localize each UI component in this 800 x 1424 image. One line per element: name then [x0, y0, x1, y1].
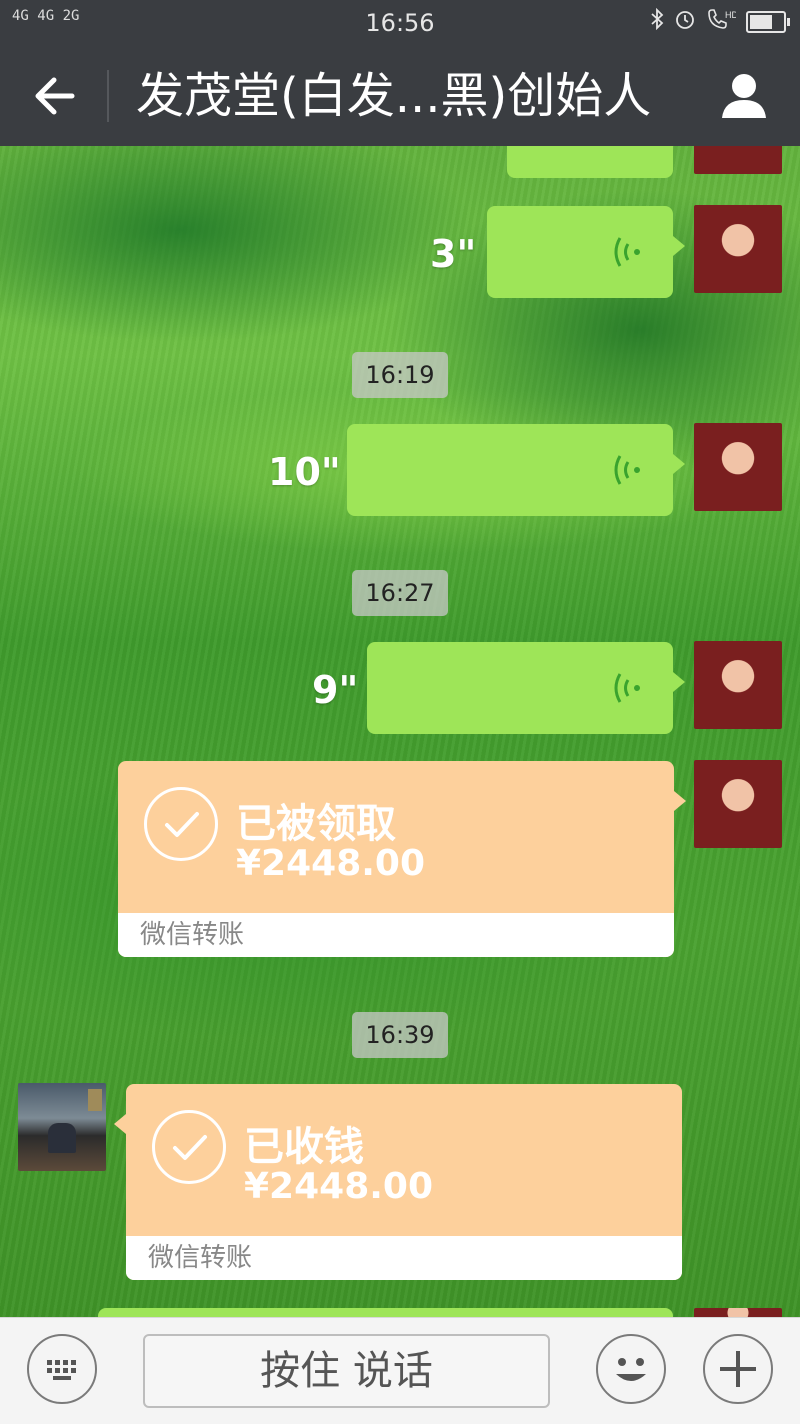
more-options-button[interactable]: [703, 1334, 773, 1404]
alarm-icon: [674, 8, 696, 35]
battery-icon: [746, 10, 790, 33]
status-bar: 4G 4G 2G 16:56 HD: [0, 0, 800, 46]
chat-profile-button[interactable]: [716, 70, 772, 122]
voice-wave-icon: [614, 455, 640, 485]
voice-wave-icon: [614, 237, 640, 267]
voice-message-partial[interactable]: [507, 146, 673, 178]
voice-duration: 9": [312, 668, 359, 712]
chat-title: 发茂堂(白发...黑)创始人: [136, 68, 652, 124]
plus-icon: [720, 1351, 756, 1387]
hd-call-icon: HD: [706, 8, 738, 35]
avatar[interactable]: [694, 641, 782, 729]
timestamp: 16:39: [352, 1012, 448, 1058]
transfer-footer: 微信转账: [118, 913, 674, 957]
timestamp: 16:19: [352, 352, 448, 398]
avatar[interactable]: [694, 423, 782, 511]
header-divider: [107, 70, 109, 122]
message-list[interactable]: 3" 16:19 10" 16:27 9" 已被领取 ¥2448.00 微信转账…: [0, 146, 800, 1317]
voice-wave-icon: [614, 673, 640, 703]
avatar[interactable]: [694, 146, 782, 174]
bluetooth-icon: [650, 7, 664, 35]
emoji-button[interactable]: [596, 1334, 666, 1404]
transfer-status: 已被领取: [236, 801, 396, 847]
transfer-footer: 微信转账: [126, 1236, 682, 1280]
avatar[interactable]: [694, 205, 782, 293]
chat-header: 发茂堂(白发...黑)创始人: [0, 46, 800, 146]
back-button[interactable]: [28, 70, 84, 122]
voice-duration: 3": [430, 232, 477, 276]
transfer-amount: ¥2448.00: [244, 1166, 434, 1207]
back-arrow-icon: [35, 77, 75, 115]
voice-message[interactable]: [487, 206, 685, 298]
transfer-message[interactable]: 已收钱 ¥2448.00 微信转账: [114, 1084, 682, 1280]
transfer-message[interactable]: 已被领取 ¥2448.00 微信转账: [118, 761, 686, 957]
person-icon: [722, 74, 766, 118]
check-circle-icon: [152, 1110, 226, 1184]
avatar[interactable]: [694, 760, 782, 848]
check-circle-icon: [144, 787, 218, 861]
status-icons: HD: [650, 7, 790, 35]
voice-duration: 10": [268, 450, 341, 494]
keyboard-icon: [47, 1360, 76, 1380]
voice-message[interactable]: [367, 642, 685, 734]
voice-message[interactable]: [347, 424, 685, 516]
hold-to-talk-button[interactable]: 按住 说话: [143, 1334, 550, 1408]
svg-text:HD: HD: [725, 10, 736, 20]
transfer-status: 已收钱: [244, 1124, 364, 1170]
timestamp: 16:27: [352, 570, 448, 616]
input-bar: 按住 说话: [0, 1317, 800, 1424]
avatar[interactable]: [694, 1308, 782, 1317]
avatar[interactable]: [18, 1083, 106, 1171]
message-partial[interactable]: [98, 1308, 673, 1317]
emoji-icon: [616, 1358, 646, 1381]
keyboard-toggle-button[interactable]: [27, 1334, 97, 1404]
transfer-amount: ¥2448.00: [236, 843, 426, 884]
